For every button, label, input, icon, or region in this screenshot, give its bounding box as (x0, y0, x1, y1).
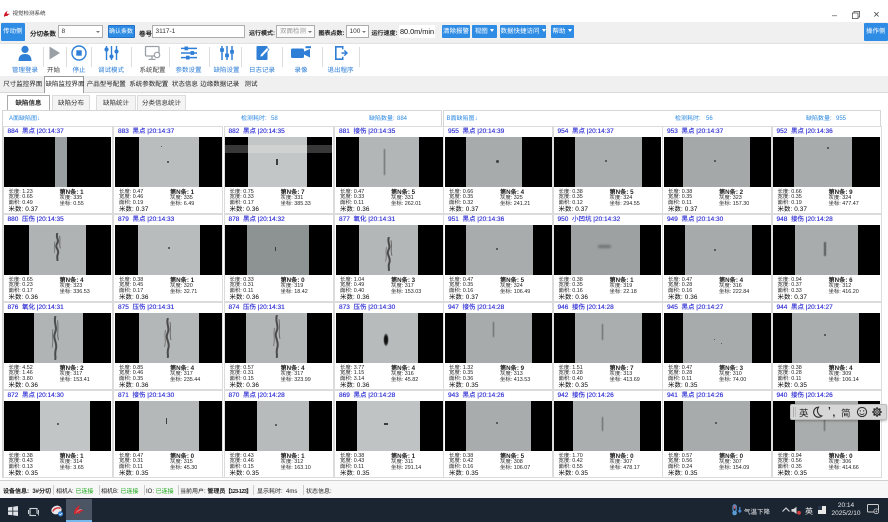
svg-text:’: ’ (828, 406, 831, 417)
svg-text:英: 英 (799, 406, 809, 420)
svg-text:简: 简 (841, 406, 851, 420)
svg-text:,: , (833, 408, 836, 419)
